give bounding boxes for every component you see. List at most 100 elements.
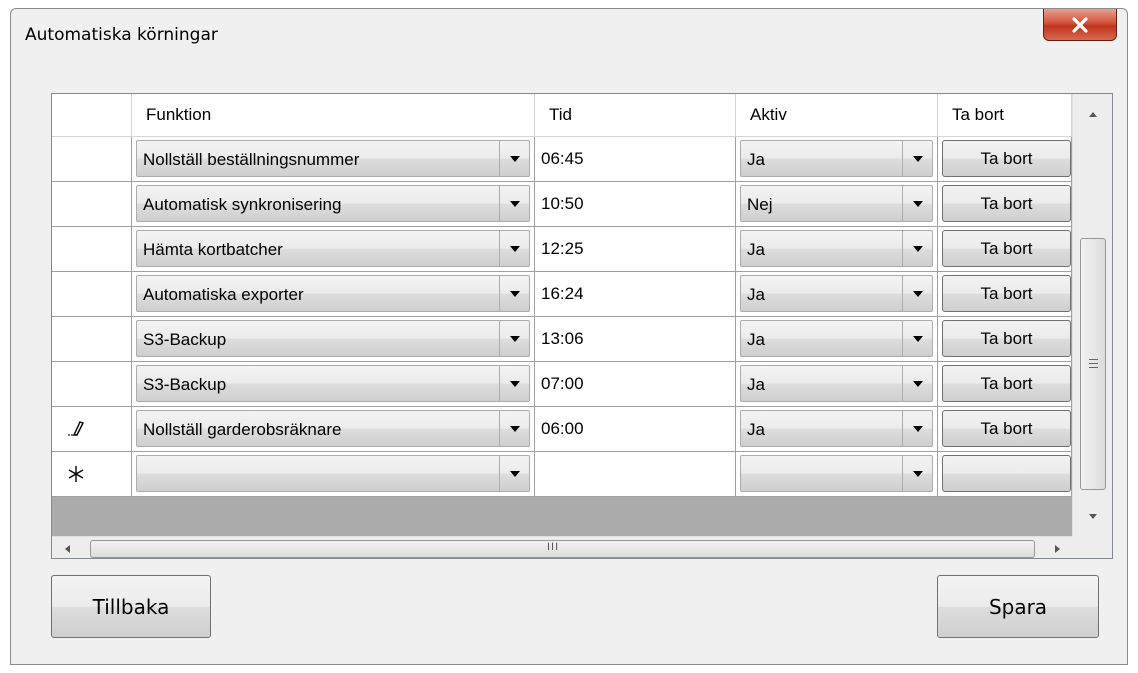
- delete-row-button[interactable]: [942, 455, 1071, 492]
- funktion-dropdown[interactable]: Nollställ beställningsnummer: [136, 140, 530, 177]
- delete-row-button[interactable]: Ta bort: [942, 140, 1071, 177]
- table-row[interactable]: Nollställ beställningsnummer 06:45 Ja Ta bo…: [52, 137, 1072, 182]
- aktiv-value: Ja: [747, 285, 765, 304]
- tid-cell[interactable]: 06:45: [535, 137, 736, 182]
- row-header[interactable]: [52, 272, 132, 317]
- aktiv-dropdown-button[interactable]: [902, 456, 932, 491]
- funktion-dropdown-button[interactable]: [499, 276, 529, 311]
- delete-row-button[interactable]: Ta bort: [942, 410, 1071, 447]
- delete-row-button[interactable]: Ta bort: [942, 365, 1071, 402]
- table-row[interactable]: [52, 452, 1072, 497]
- aktiv-dropdown-button[interactable]: [902, 321, 932, 356]
- tid-cell[interactable]: 12:25: [535, 227, 736, 272]
- chevron-down-icon: [509, 155, 520, 162]
- aktiv-cell: Nej: [736, 182, 938, 227]
- row-header[interactable]: [52, 317, 132, 362]
- table-row[interactable]: S3-Backup 13:06 Ja Ta bort: [52, 317, 1072, 362]
- funktion-cell: Nollställ garderobsräknare: [132, 407, 535, 452]
- funktion-dropdown-button[interactable]: [499, 366, 529, 401]
- row-header-corner: [52, 94, 132, 137]
- aktiv-dropdown-button[interactable]: [902, 231, 932, 266]
- scroll-up-icon: [1089, 111, 1097, 117]
- scroll-up-button[interactable]: [1073, 94, 1112, 134]
- aktiv-cell: Ja: [736, 272, 938, 317]
- aktiv-dropdown[interactable]: Ja: [740, 275, 933, 312]
- aktiv-dropdown[interactable]: [740, 455, 933, 492]
- funktion-dropdown[interactable]: Nollställ garderobsräknare: [136, 410, 530, 447]
- chevron-down-icon: [912, 200, 923, 207]
- data-grid: Funktion Tid Aktiv Ta bort Nollställ bes…: [51, 93, 1113, 559]
- vertical-scroll-thumb[interactable]: [1080, 238, 1106, 490]
- aktiv-dropdown[interactable]: Ja: [740, 320, 933, 357]
- aktiv-dropdown[interactable]: Ja: [740, 410, 933, 447]
- row-header[interactable]: [52, 407, 132, 452]
- column-header-tid[interactable]: Tid: [535, 94, 736, 137]
- row-header[interactable]: [52, 182, 132, 227]
- row-header[interactable]: [52, 137, 132, 182]
- funktion-dropdown-button[interactable]: [499, 321, 529, 356]
- chevron-down-icon: [509, 380, 520, 387]
- aktiv-dropdown[interactable]: Nej: [740, 185, 933, 222]
- row-header[interactable]: [52, 452, 132, 497]
- table-row[interactable]: S3-Backup 07:00 Ja Ta bort: [52, 362, 1072, 407]
- column-header-aktiv[interactable]: Aktiv: [736, 94, 938, 137]
- aktiv-dropdown-button[interactable]: [902, 411, 932, 446]
- scroll-down-button[interactable]: [1073, 496, 1112, 536]
- funktion-dropdown[interactable]: [136, 455, 530, 492]
- scroll-left-button[interactable]: [52, 537, 82, 558]
- table-row[interactable]: Automatiska exporter 16:24 Ja Ta bort: [52, 272, 1072, 317]
- horizontal-scrollbar[interactable]: III: [52, 536, 1072, 558]
- scroll-down-icon: [1089, 513, 1097, 519]
- vertical-scrollbar[interactable]: [1072, 94, 1112, 536]
- horizontal-scroll-thumb[interactable]: III: [90, 540, 1035, 558]
- tid-cell[interactable]: [535, 452, 736, 497]
- chevron-down-icon: [912, 245, 923, 252]
- table-row[interactable]: Automatisk synkronisering 10:50 Nej Ta bort: [52, 182, 1072, 227]
- column-header-funktion[interactable]: Funktion: [132, 94, 535, 137]
- close-icon: [1072, 16, 1088, 33]
- aktiv-dropdown[interactable]: Ja: [740, 365, 933, 402]
- delete-row-button[interactable]: Ta bort: [942, 320, 1071, 357]
- delete-row-button[interactable]: Ta bort: [942, 230, 1071, 267]
- aktiv-dropdown-button[interactable]: [902, 366, 932, 401]
- tid-cell[interactable]: 10:50: [535, 182, 736, 227]
- aktiv-dropdown-button[interactable]: [902, 276, 932, 311]
- back-button[interactable]: Tillbaka: [51, 575, 211, 638]
- funktion-dropdown-button[interactable]: [499, 456, 529, 491]
- chevron-down-icon: [912, 335, 923, 342]
- funktion-dropdown[interactable]: S3-Backup: [136, 365, 530, 402]
- column-header-ta-bort[interactable]: Ta bort: [938, 94, 1072, 137]
- tid-cell[interactable]: 13:06: [535, 317, 736, 362]
- close-button[interactable]: [1043, 9, 1117, 41]
- tid-cell[interactable]: 07:00: [535, 362, 736, 407]
- funktion-cell: S3-Backup: [132, 317, 535, 362]
- delete-row-button[interactable]: Ta bort: [942, 275, 1071, 312]
- funktion-cell: Nollställ beställningsnummer: [132, 137, 535, 182]
- delete-row-button[interactable]: Ta bort: [942, 185, 1071, 222]
- funktion-dropdown[interactable]: Automatisk synkronisering: [136, 185, 530, 222]
- tid-cell[interactable]: 06:00: [535, 407, 736, 452]
- aktiv-value: Ja: [747, 150, 765, 169]
- aktiv-dropdown[interactable]: Ja: [740, 140, 933, 177]
- aktiv-dropdown-button[interactable]: [902, 186, 932, 221]
- funktion-dropdown-button[interactable]: [499, 231, 529, 266]
- table-row[interactable]: Hämta kortbatcher 12:25 Ja Ta bort: [52, 227, 1072, 272]
- row-header[interactable]: [52, 362, 132, 407]
- aktiv-dropdown[interactable]: Ja: [740, 230, 933, 267]
- aktiv-dropdown-button[interactable]: [902, 141, 932, 176]
- funktion-dropdown-button[interactable]: [499, 186, 529, 221]
- window-title: Automatiska körningar: [25, 25, 218, 45]
- funktion-dropdown[interactable]: Automatiska exporter: [136, 275, 530, 312]
- table-row[interactable]: Nollställ garderobsräknare 06:00 Ja Ta bort: [52, 407, 1072, 452]
- funktion-dropdown-button[interactable]: [499, 141, 529, 176]
- row-header[interactable]: [52, 227, 132, 272]
- funktion-cell: Hämta kortbatcher: [132, 227, 535, 272]
- funktion-dropdown[interactable]: Hämta kortbatcher: [136, 230, 530, 267]
- save-button[interactable]: Spara: [937, 575, 1099, 638]
- funktion-dropdown[interactable]: S3-Backup: [136, 320, 530, 357]
- ta-bort-cell: Ta bort: [938, 272, 1072, 317]
- chevron-down-icon: [509, 335, 520, 342]
- tid-cell[interactable]: 16:24: [535, 272, 736, 317]
- scroll-right-button[interactable]: [1042, 537, 1072, 558]
- funktion-dropdown-button[interactable]: [499, 411, 529, 446]
